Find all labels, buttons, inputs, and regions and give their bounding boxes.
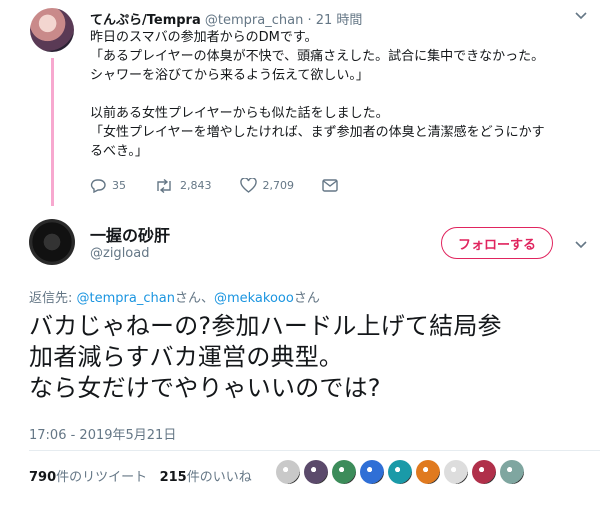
liker-avatar[interactable]	[416, 460, 440, 484]
envelope-icon	[322, 179, 338, 192]
like-total: 215	[159, 470, 187, 485]
retweet-total: 790	[29, 470, 57, 485]
tweet-timestamp[interactable]: 17:06 - 2019年5月21日	[29, 424, 176, 443]
replying-suffix: さん	[293, 291, 320, 306]
tweet-text: 昨日のスマバの参加者からのDMです。 「あるプレイヤーの体臭が不快で、頭痛さえし…	[90, 30, 545, 159]
separator-dot: ·	[307, 13, 312, 28]
tweet-text: バカじゃねーの?参加ハードル上げて結局参 加者減らすバカ運営の典型。 なら女だけ…	[29, 312, 502, 402]
mention-link[interactable]: @tempra_chan	[77, 291, 175, 306]
liker-avatar[interactable]	[332, 460, 356, 484]
replying-separator: さん、	[174, 291, 214, 306]
like-label: 件のいいね	[186, 470, 252, 485]
avatar[interactable]	[29, 219, 75, 265]
reply-button[interactable]: 35	[90, 178, 126, 193]
tweet-time[interactable]: 21 時間	[316, 13, 363, 28]
retweet-button[interactable]: 2,843	[154, 178, 212, 193]
liker-avatar[interactable]	[276, 460, 300, 484]
liker-avatars	[276, 460, 524, 484]
avatar[interactable]	[30, 8, 74, 52]
tweet-stats: 790件のリツイート 215件のいいね	[29, 466, 252, 485]
tweet-actions: 35 2,843 2,709	[90, 178, 366, 193]
liker-avatar[interactable]	[304, 460, 328, 484]
replying-to: 返信先: @tempra_chanさん、@mekakoooさん	[29, 287, 320, 306]
author-handle[interactable]: @zigload	[90, 246, 149, 261]
message-button[interactable]	[322, 179, 338, 192]
author-name[interactable]: 一握の砂肝	[90, 222, 170, 246]
chevron-down-icon[interactable]	[574, 10, 588, 24]
reply-count: 35	[112, 179, 126, 192]
retweet-count: 2,843	[180, 179, 212, 192]
likes-stat[interactable]: 215件のいいね	[160, 470, 252, 485]
replying-prefix: 返信先:	[29, 291, 77, 306]
thread-connector-line	[51, 58, 54, 206]
chevron-down-icon[interactable]	[574, 235, 588, 254]
divider	[29, 450, 600, 451]
like-button[interactable]: 2,709	[239, 178, 295, 193]
liker-avatar[interactable]	[472, 460, 496, 484]
author-handle[interactable]: @tempra_chan	[205, 13, 303, 28]
liker-avatar[interactable]	[444, 460, 468, 484]
retweet-icon	[154, 178, 174, 193]
retweets-stat[interactable]: 790件のリツイート	[29, 470, 147, 485]
follow-button[interactable]: フォローする	[441, 227, 553, 259]
retweet-label: 件のリツイート	[56, 470, 148, 485]
tweet-header: てんぷら/Tempra @tempra_chan · 21 時間	[90, 9, 362, 28]
like-count: 2,709	[262, 179, 295, 192]
reply-icon	[90, 178, 106, 193]
mention-link[interactable]: @mekakooo	[214, 291, 294, 306]
liker-avatar[interactable]	[388, 460, 412, 484]
author-name[interactable]: てんぷら/Tempra	[90, 13, 201, 28]
liker-avatar[interactable]	[500, 460, 524, 484]
liker-avatar[interactable]	[360, 460, 384, 484]
heart-icon	[239, 178, 257, 193]
